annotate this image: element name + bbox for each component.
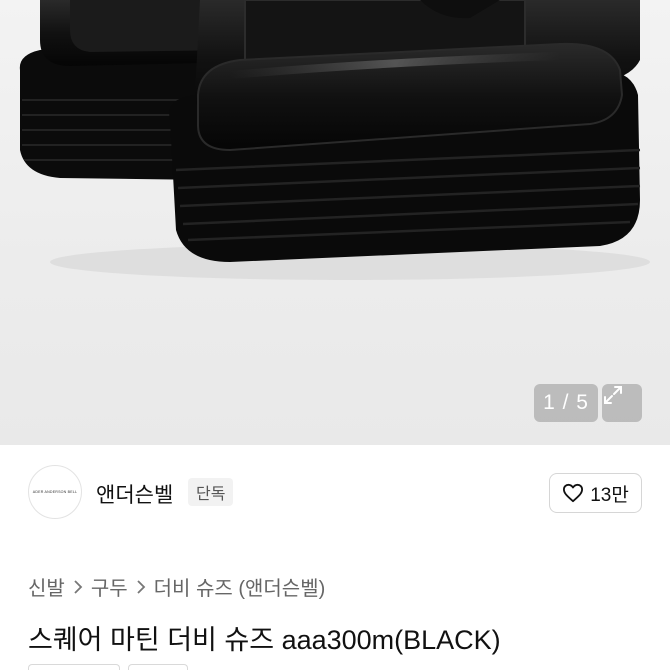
- like-button[interactable]: 13만: [549, 473, 642, 513]
- fullscreen-button[interactable]: [602, 384, 642, 422]
- tag-chip: [128, 664, 188, 670]
- brand-logo[interactable]: ADER ANDERSON BELL: [28, 465, 82, 519]
- breadcrumb-item-category[interactable]: 신발: [28, 572, 65, 601]
- breadcrumb-item-subcategory[interactable]: 구두: [91, 572, 128, 601]
- breadcrumb: 신발 구두 더비 슈즈 (앤더슨벨): [28, 572, 325, 601]
- image-counter: 1 / 5: [534, 384, 598, 422]
- product-image-gallery[interactable]: 1 / 5: [0, 0, 670, 445]
- expand-icon: [604, 386, 622, 404]
- product-image: [19, 0, 650, 280]
- brand-section: ADER ANDERSON BELL 앤더슨벨 단독 13만: [0, 445, 670, 545]
- heart-icon: [563, 483, 584, 503]
- brand-logo-text: ADER ANDERSON BELL: [32, 490, 78, 494]
- brand-name[interactable]: 앤더슨벨: [96, 479, 173, 509]
- tag-chip: [28, 664, 120, 670]
- exclusive-badge: 단독: [188, 478, 234, 506]
- like-count: 13만: [590, 484, 629, 506]
- breadcrumb-item-type[interactable]: 더비 슈즈 (앤더슨벨): [154, 572, 326, 601]
- chevron-right-icon: [73, 579, 83, 594]
- product-title: 스퀘어 마틴 더비 슈즈 aaa300m(BLACK): [28, 625, 501, 655]
- chevron-right-icon: [136, 579, 146, 594]
